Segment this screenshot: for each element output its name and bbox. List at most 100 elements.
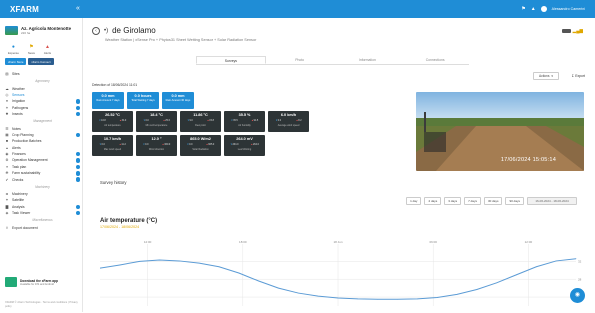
sensor-min: 0.0 [187,143,193,146]
sensor-value: 10.7 km/h [92,137,133,141]
quick-news[interactable]: ⚑News [28,45,35,55]
quick-label: Expense [8,51,19,55]
tab-information[interactable]: Information [334,56,402,64]
wifi-icon: •) [104,28,108,34]
download-app-banner[interactable]: Download the xFarm app Available for iOS… [5,277,58,287]
range-selector: 1 day2 days3 days7 days30 days90 days16-… [406,197,577,205]
sensor-card[interactable]: 18.4 °C0.025.6Min soil temperature [136,111,177,132]
date-range-picker[interactable]: 16-06-2024 - 18-06-2024 [527,197,577,205]
photo-timestamp: 17/06/2024 15:05:14 [501,157,556,163]
collapse-sidebar-icon[interactable]: « [76,5,80,12]
sidebar-item-label: Alerts [12,146,80,150]
store-badge[interactable]: xFarm Connect [28,58,53,65]
sensor-value: 6.0 km/h [268,113,309,117]
sensor-card[interactable]: 35.5 %35.594.5Air humidity [224,111,265,132]
rain-card: 0.0 hoursTotal Wetting 7 days [127,92,159,109]
sidebar-item-label: Production Batches [12,139,80,143]
sensor-card[interactable]: 6.0 km/h0.08.2Average wind speed [268,111,309,132]
user-name[interactable]: Alessandro Camerini [552,7,585,11]
range-button-1-day[interactable]: 1 day [406,197,421,205]
status-dot-icon [76,211,81,216]
map-icon: ▧ [5,72,9,76]
sensor-max: 8.2 [296,119,302,122]
insect-icon: ✸ [5,112,9,116]
quick-expense[interactable]: ●Expense [8,45,19,55]
sensor-max: 94.5 [251,119,258,122]
sensor-min: 0.0 [143,143,149,146]
download-title: Download the xFarm app [20,279,58,283]
sidebar-item-label: Weather [12,87,80,91]
sidebar-item-export-document[interactable]: ⇪Export document [5,224,80,230]
store-badge[interactable]: xFarm Store [5,58,26,65]
rain-card-value: 0.0 mm [162,94,194,98]
data-point [377,299,378,300]
x-tick-label: 18:00 [239,240,247,244]
sensor-card[interactable]: 264.0 mV264.0264.0Leaf Wetting [224,135,265,156]
sidebar-item-label: Analysis [12,205,73,209]
list-icon: ≡ [5,165,9,169]
range-button-7-days[interactable]: 7 days [464,197,481,205]
sensor-card[interactable]: 865.0 W/m20.0965.0Solar Radiation [180,135,221,156]
sensor-card[interactable]: 11.86 °C9.015.8Dew point [180,111,221,132]
status-dot-icon [76,152,81,157]
sensor-card[interactable]: 10.7 km/h0.011.2Max wind speed [92,135,133,156]
rain-card-label: Rain Amount 30 days [162,99,194,102]
sensor-card[interactable]: 12.0 °0.0360.0Wind direction [136,135,177,156]
tab-photo[interactable]: Photo [266,56,334,64]
sensor-min-max: 0.025.6 [136,119,177,122]
signal-icon: ▂▄▆ [573,28,583,34]
x-tick-label: 12:00 [525,240,533,244]
sensor-min-max: 9.015.8 [180,119,221,122]
sensor-min: 35.5 [231,119,238,122]
field-photo[interactable]: 17/06/2024 15:05:14 [416,92,584,171]
quick-alerts[interactable]: ▲Alerts [44,45,51,55]
data-point [298,293,299,294]
sidebar-item-label: Sites [12,72,80,76]
sensor-min-max: 264.0264.0 [224,143,265,146]
sensor-min: 16.8 [99,119,106,122]
eye-icon: ◈ [5,211,9,215]
range-button-30-days[interactable]: 30 days [484,197,503,205]
air-temperature-chart[interactable]: 32282412:0018:0018 Jun06:0012:00 [100,236,584,312]
status-dot-icon [76,171,81,176]
app-logo[interactable]: XFARM [10,5,39,14]
actions-dropdown[interactable]: Actions ▾ [533,72,559,80]
data-point [556,261,557,262]
sensor-label: Min soil temperature [136,124,177,127]
bell-icon[interactable]: ⚑ [521,7,525,12]
device-status: ▂▄▆ [562,28,583,34]
data-point [139,261,140,262]
sensor-max: 34.0 [119,119,126,122]
store-badges: xFarm StorexFarm Connect [5,58,54,65]
export-button[interactable]: ↧ Export [571,72,585,80]
user-avatar[interactable] [541,6,547,12]
sidebar-item-label: Notes [12,127,80,131]
quick-actions: ●Expense ⚑News ▲Alerts [8,45,51,55]
range-button-90-days[interactable]: 90 days [505,197,524,205]
check-icon: ✔ [5,178,9,182]
flag-icon: ⚑ [29,45,33,50]
sidebar-item-label: Farm sustainability [12,171,73,175]
warning-icon[interactable]: ▲ [531,7,536,12]
sensor-min-max: 0.0360.0 [136,143,177,146]
status-dot-icon [76,165,81,170]
y-tick-label: 28 [578,277,582,281]
data-point [516,274,517,275]
sidebar-item-label: Machinery [12,192,80,196]
range-button-3-days[interactable]: 3 days [444,197,461,205]
alert-icon: ▲ [45,45,50,50]
tab-connections[interactable]: Connections [401,56,469,64]
sensor-max: 965.0 [206,143,214,146]
back-arrow-icon[interactable]: ‹ [92,27,100,35]
gear-icon: ⚙ [5,158,9,162]
range-button-2-days[interactable]: 2 days [424,197,441,205]
data-point [417,299,418,300]
farm-size: 220 ha [21,31,71,35]
help-icon[interactable]: ◉ [570,288,585,303]
status-dot-icon [76,99,81,104]
sidebar-item-label: Task Viewer [12,211,73,215]
sensor-min-max: 35.5 94.5 [224,119,265,122]
tab-surveys[interactable]: Surveys [196,56,266,64]
farm-selector[interactable]: Az. Agricola Montenotte 220 ha [5,26,71,35]
sensor-card[interactable]: 26.52 °C16.834.0Air temperature [92,111,133,132]
